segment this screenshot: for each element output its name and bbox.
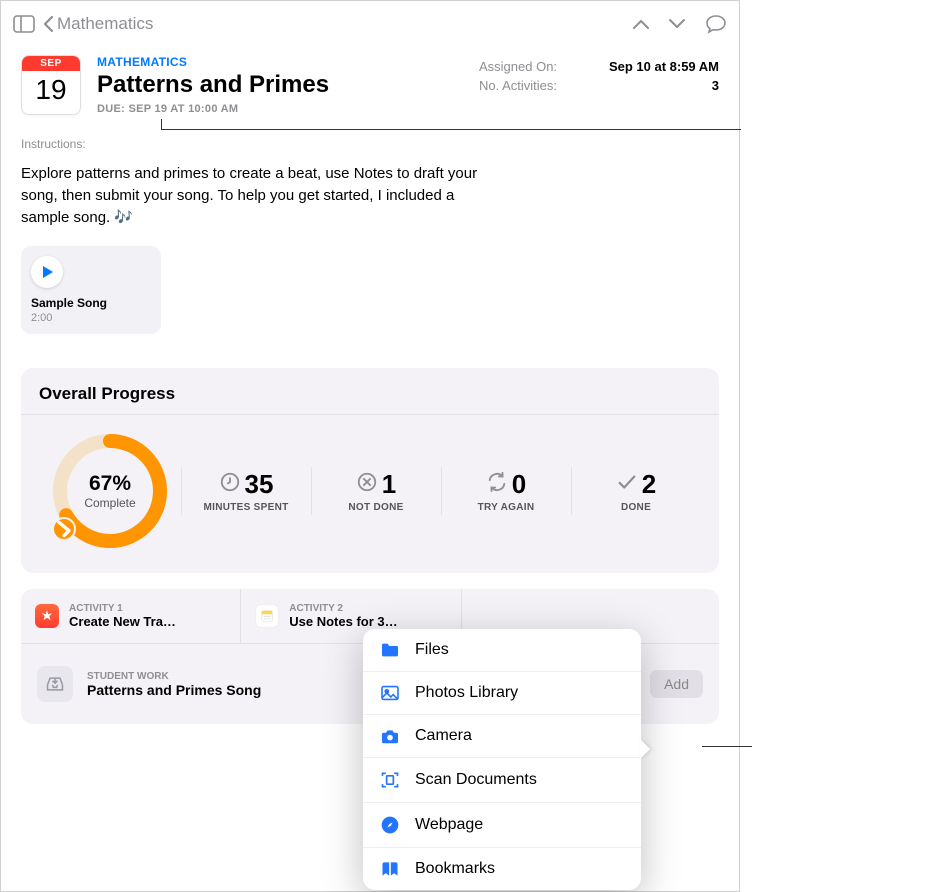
callout-line-2 — [702, 746, 752, 747]
assignment-header: SEP 19 MATHEMATICS Patterns and Primes D… — [1, 47, 739, 115]
student-work-title: Patterns and Primes Song — [87, 682, 261, 698]
progress-card: Overall Progress 67% Complete — [21, 368, 719, 573]
chevron-down-icon[interactable] — [667, 17, 687, 31]
callout-anchor — [161, 119, 162, 129]
popover-photos[interactable]: Photos Library — [363, 671, 641, 714]
comment-icon[interactable] — [705, 14, 727, 34]
check-icon — [616, 471, 638, 498]
activity-2-title: Use Notes for 3… — [289, 614, 397, 629]
activities-count-label: No. Activities: — [479, 78, 557, 93]
header-meta: Assigned On: Sep 10 at 8:59 AM No. Activ… — [479, 57, 719, 95]
popover-webpage-label: Webpage — [415, 816, 483, 834]
play-icon[interactable] — [31, 256, 63, 288]
refresh-icon — [486, 471, 508, 498]
stat-done-label: DONE — [575, 502, 697, 513]
activity-1-label: ACTIVITY 1 — [69, 603, 176, 614]
popover-scan[interactable]: Scan Documents — [363, 757, 641, 802]
calendar-month: SEP — [22, 56, 80, 71]
back-label: Mathematics — [57, 14, 153, 34]
add-button[interactable]: Add — [650, 670, 703, 698]
notes-icon — [255, 604, 279, 628]
stat-not-done-value: 1 — [382, 469, 396, 500]
stat-not-done: 1 NOT DONE — [311, 463, 441, 519]
activity-2-label: ACTIVITY 2 — [289, 603, 397, 614]
popover-camera-label: Camera — [415, 727, 472, 745]
progress-check-badge — [52, 517, 76, 541]
stat-minutes: 35 MINUTES SPENT — [181, 463, 311, 519]
camera-icon — [379, 728, 401, 744]
activities-count-value: 3 — [712, 78, 719, 93]
compass-icon — [379, 815, 401, 835]
add-popover: Files Photos Library Camera Scan Documen… — [363, 629, 641, 890]
stat-try-again-value: 0 — [512, 469, 526, 500]
back-button[interactable]: Mathematics — [43, 14, 153, 34]
sidebar-toggle-icon[interactable] — [13, 15, 35, 33]
instructions-text: Explore patterns and primes to create a … — [21, 163, 491, 228]
stat-minutes-label: MINUTES SPENT — [185, 502, 307, 513]
activity-1[interactable]: ACTIVITY 1 Create New Tra… — [21, 589, 240, 643]
progress-complete-label: Complete — [84, 496, 135, 510]
bookmark-icon — [379, 860, 401, 878]
inbox-icon — [37, 666, 73, 702]
attachment-name: Sample Song — [31, 296, 151, 310]
attachment-card[interactable]: Sample Song 2:00 — [21, 246, 161, 334]
popover-webpage[interactable]: Webpage — [363, 802, 641, 847]
progress-percent: 67% — [89, 472, 131, 496]
not-done-icon — [356, 471, 378, 498]
scan-icon — [379, 770, 401, 790]
popover-arrow — [640, 739, 650, 759]
instructions-section: Instructions: Explore patterns and prime… — [1, 115, 739, 228]
clock-icon — [219, 471, 241, 498]
student-work-label: STUDENT WORK — [87, 671, 261, 682]
popover-camera[interactable]: Camera — [363, 714, 641, 757]
activity-1-title: Create New Tra… — [69, 614, 176, 629]
progress-donut: 67% Complete — [50, 431, 170, 551]
popover-files-label: Files — [415, 641, 449, 659]
popover-bookmarks-label: Bookmarks — [415, 860, 495, 878]
popover-photos-label: Photos Library — [415, 684, 518, 702]
assigned-on-label: Assigned On: — [479, 59, 557, 74]
popover-files[interactable]: Files — [363, 629, 641, 671]
stat-minutes-value: 35 — [245, 469, 274, 500]
instructions-label: Instructions: — [21, 137, 719, 151]
stat-try-again-label: TRY AGAIN — [445, 502, 567, 513]
photos-icon — [379, 685, 401, 701]
garageband-icon — [35, 604, 59, 628]
app-window: Mathematics SEP 19 MATHEMATICS Patterns … — [0, 0, 740, 892]
progress-title: Overall Progress — [39, 384, 701, 404]
stat-not-done-label: NOT DONE — [315, 502, 437, 513]
stat-done-value: 2 — [642, 469, 656, 500]
chevron-up-icon[interactable] — [631, 17, 651, 31]
attachment-duration: 2:00 — [31, 312, 151, 324]
assigned-on-value: Sep 10 at 8:59 AM — [609, 59, 719, 74]
toolbar: Mathematics — [1, 1, 739, 47]
calendar-tile: SEP 19 — [21, 55, 81, 115]
calendar-day: 19 — [22, 71, 80, 109]
popover-scan-label: Scan Documents — [415, 771, 537, 789]
stat-done: 2 DONE — [571, 463, 701, 519]
stat-try-again: 0 TRY AGAIN — [441, 463, 571, 519]
callout-line — [161, 129, 741, 130]
due-label: DUE: SEP 19 AT 10:00 AM — [97, 103, 719, 115]
popover-bookmarks[interactable]: Bookmarks — [363, 847, 641, 890]
folder-icon — [379, 642, 401, 658]
